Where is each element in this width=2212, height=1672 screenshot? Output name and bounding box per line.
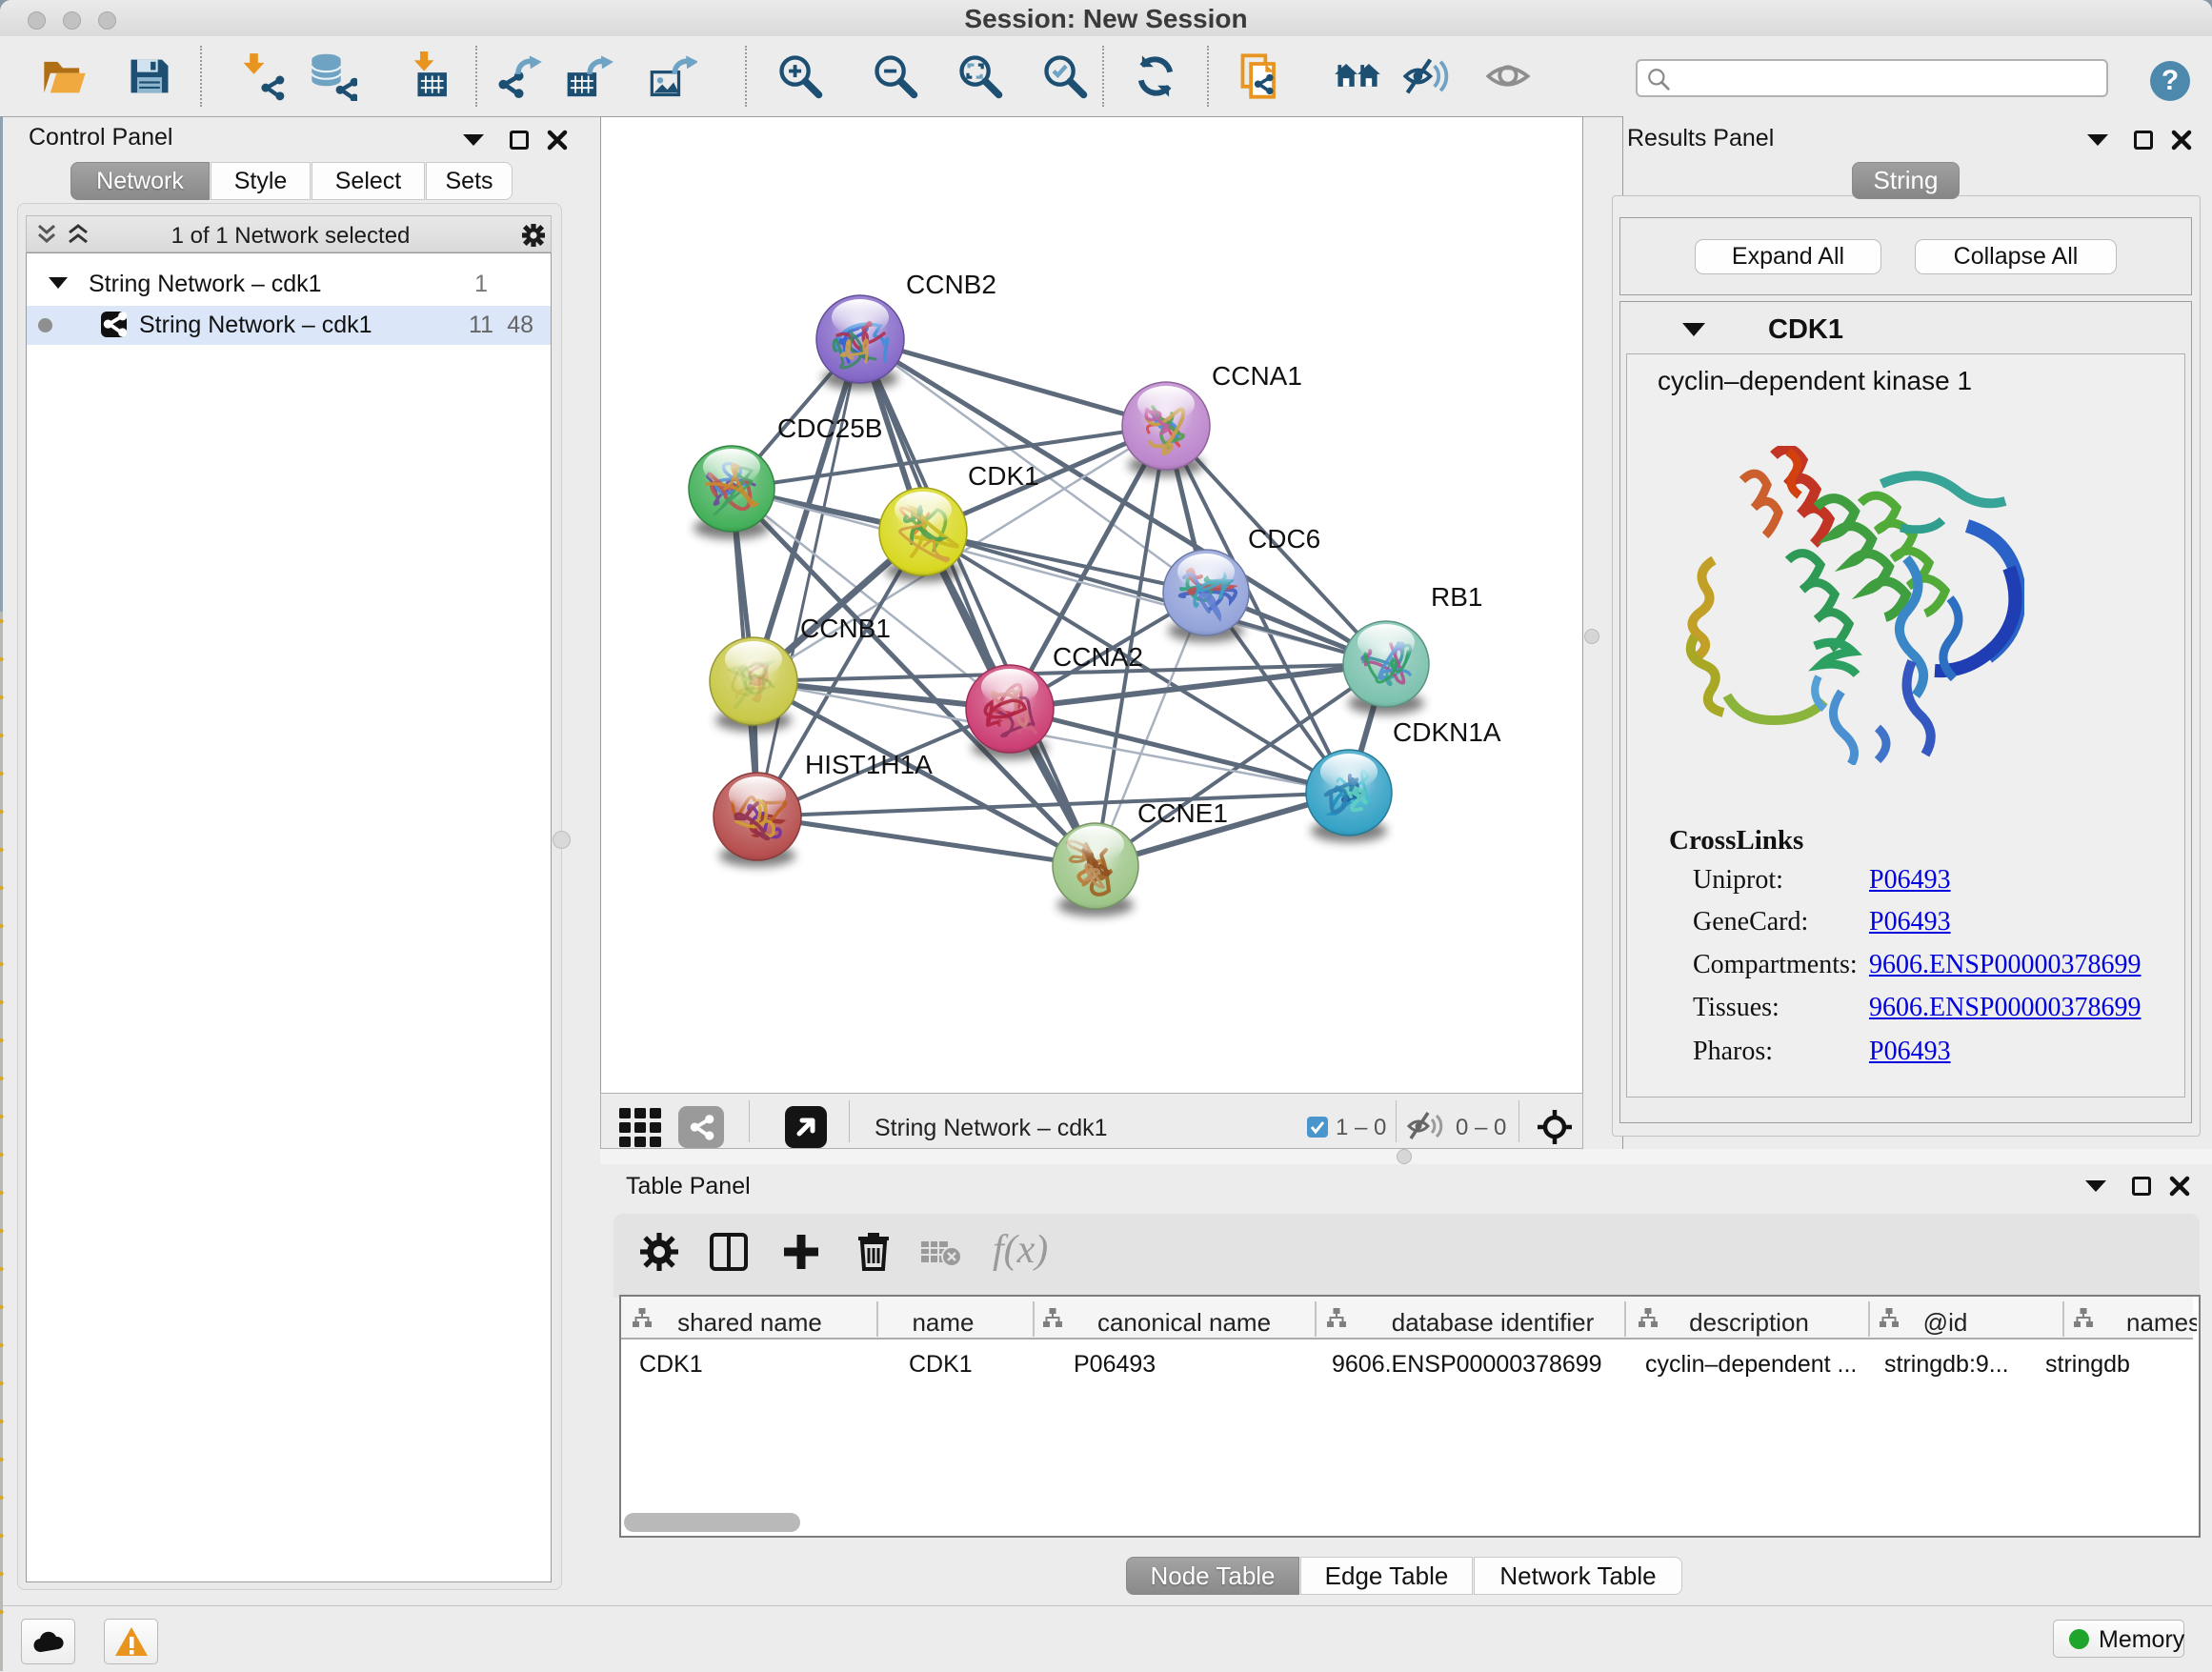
svg-text:CCNA2: CCNA2 [1053,642,1143,672]
svg-text:CDC25B: CDC25B [777,413,882,443]
svg-text:CCNE1: CCNE1 [1137,798,1228,828]
svg-text:RB1: RB1 [1431,582,1482,612]
svg-text:CCNB1: CCNB1 [800,614,891,643]
svg-text:CDKN1A: CDKN1A [1393,717,1501,747]
svg-text:HIST1H1A: HIST1H1A [805,750,933,779]
svg-text:CCNA1: CCNA1 [1212,361,1302,391]
svg-text:CDC6: CDC6 [1248,524,1320,554]
svg-text:CCNB2: CCNB2 [906,270,996,299]
svg-text:CDK1: CDK1 [968,461,1039,491]
